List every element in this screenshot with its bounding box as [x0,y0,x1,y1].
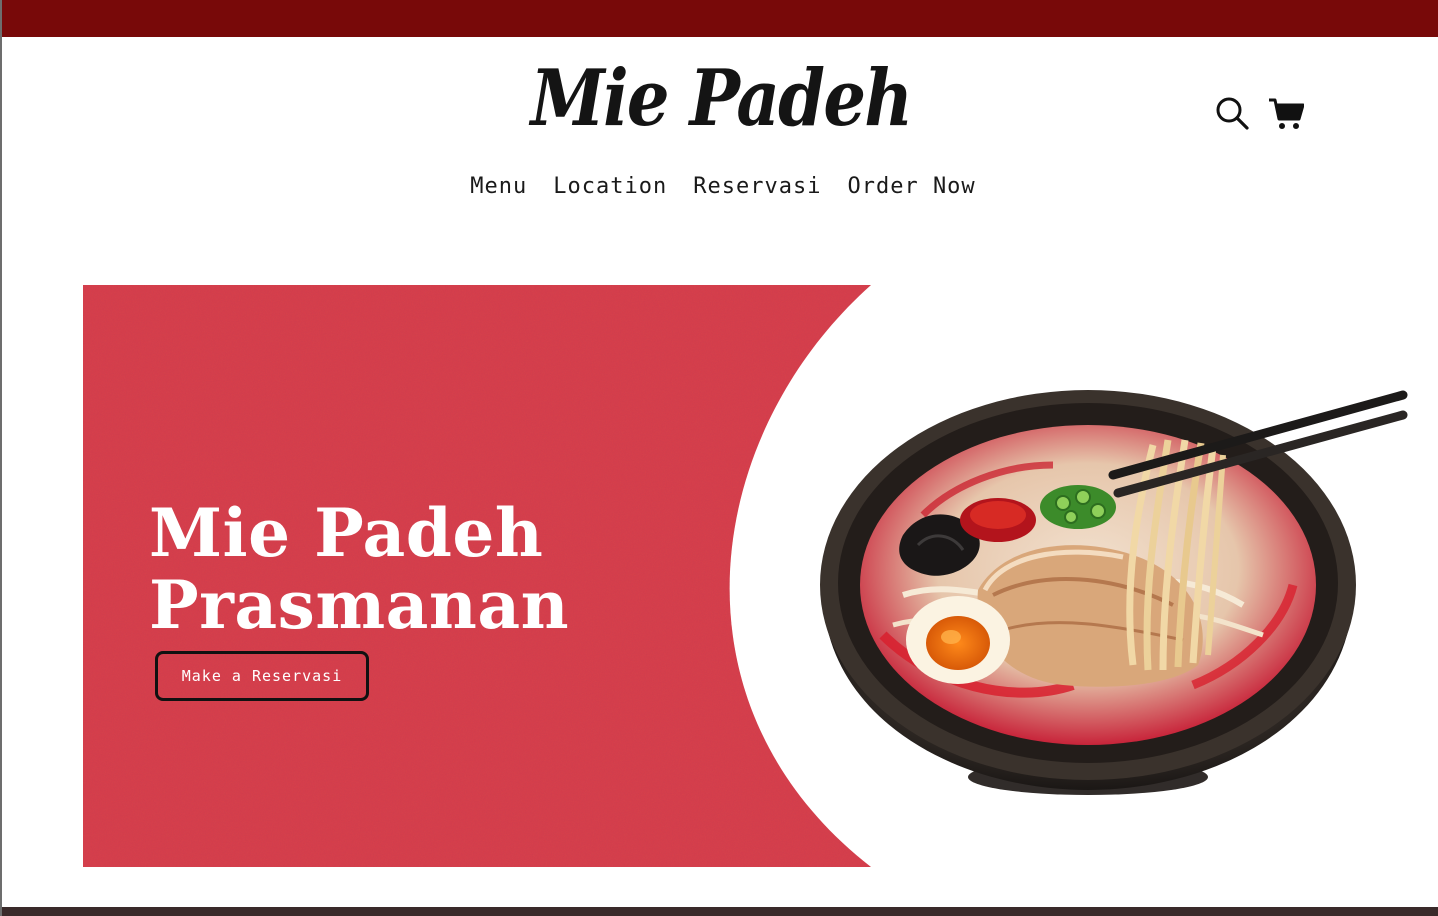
page: Mie Padeh Menu Location Reservasi Order … [0,0,1438,916]
ramen-bowl-image [820,390,1408,795]
hero-title-line1: Mie Padeh [149,494,544,572]
hero-title-line2: Prasmanan [149,566,570,644]
brand-logo[interactable]: Mie Padeh [103,58,1340,140]
nav-location[interactable]: Location [553,174,667,199]
main-nav: Menu Location Reservasi Order Now [2,174,1438,199]
hero-banner: Mie Padeh Prasmanan Make a Reservasi [83,285,1413,867]
header-icons [1214,95,1304,131]
hero-title: Mie Padeh Prasmanan [149,497,569,641]
top-accent-strip [2,0,1438,37]
cart-icon[interactable] [1268,95,1304,131]
bottom-strip [2,907,1438,916]
nav-order-now[interactable]: Order Now [847,174,975,199]
make-reservation-button[interactable]: Make a Reservasi [155,651,369,701]
nav-reservasi[interactable]: Reservasi [693,174,821,199]
search-icon[interactable] [1214,95,1250,131]
nav-menu[interactable]: Menu [470,174,527,199]
